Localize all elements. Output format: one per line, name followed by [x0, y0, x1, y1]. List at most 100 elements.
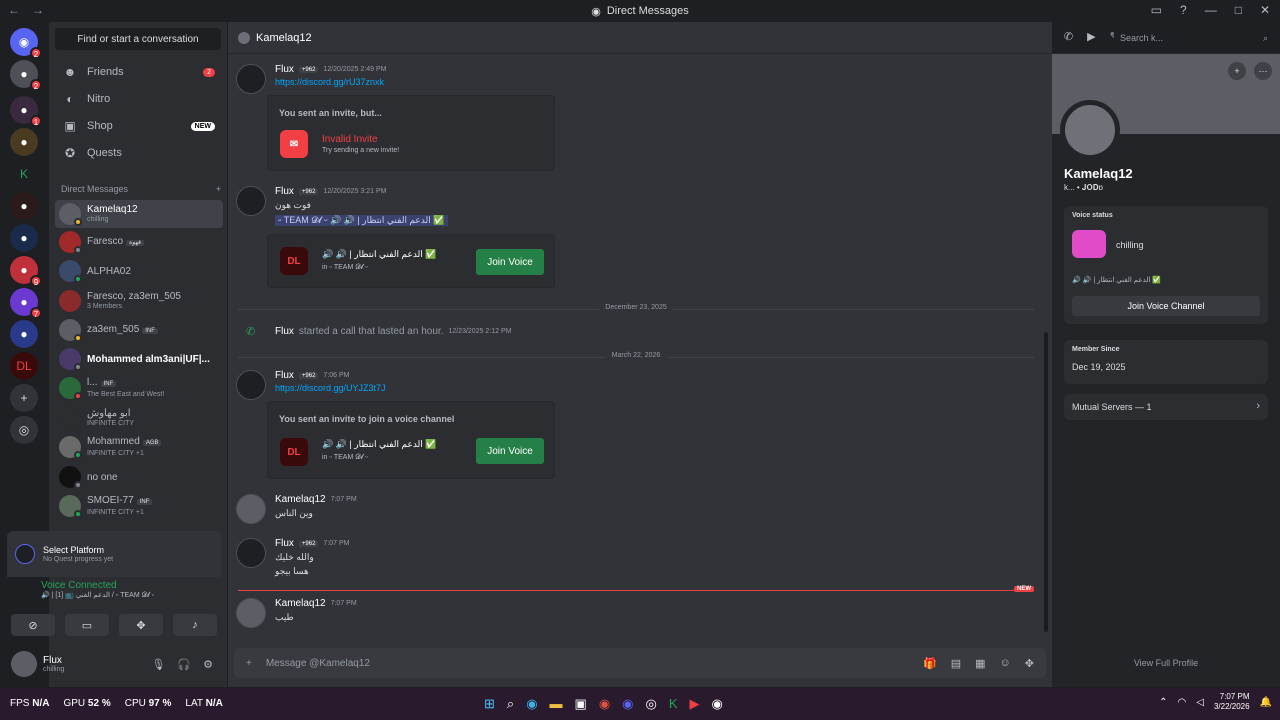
server-icon[interactable]: ● 9	[10, 256, 42, 287]
app-icon[interactable]: ◉	[712, 696, 723, 712]
join-voice-button[interactable]: Join Voice	[476, 249, 544, 275]
dm-item[interactable]: ALPHA02	[55, 257, 223, 285]
avatar[interactable]	[236, 370, 266, 400]
avatar[interactable]	[236, 598, 266, 628]
mutual-servers-row[interactable]: Mutual Servers — 1 ›	[1064, 394, 1268, 420]
dm-item[interactable]: Faresco, za3em_505 3 Members	[55, 287, 223, 315]
edge-icon[interactable]: ◉	[526, 696, 537, 712]
minimize-button[interactable]: —	[1205, 3, 1217, 17]
server-icon[interactable]: ●	[10, 224, 38, 252]
steam-icon[interactable]: ◎	[646, 696, 657, 712]
dm-item[interactable]: Mohammed AGB INFINITE CITY +1	[55, 433, 223, 461]
scrollbar[interactable]	[1044, 332, 1048, 632]
invalid-invite-icon: ✉	[280, 130, 308, 158]
quests-icon: ✪	[64, 146, 76, 160]
help-icon[interactable]: ?	[1180, 3, 1187, 17]
add-server-icon[interactable]: +	[10, 384, 38, 412]
server-icon[interactable]: ●	[10, 192, 38, 220]
mic-icon[interactable]: 🎙	[151, 658, 165, 671]
chat-header: Kamelaq12 ✆ ▶ ✎ ☻ ◉ Search k... ⌕	[228, 22, 1280, 54]
chevron-up-icon[interactable]: ⌃	[1159, 697, 1167, 708]
home-icon[interactable]: ◉ 2	[10, 28, 42, 59]
search-input[interactable]: Search k... ⌕	[1114, 28, 1274, 48]
soundboard-icon[interactable]: ♪	[173, 614, 217, 636]
avatar[interactable]	[236, 186, 266, 216]
dm-item[interactable]: Mohammed alm3ani|UF|...	[55, 345, 223, 373]
wifi-icon[interactable]: ◠	[1178, 697, 1187, 708]
dm-item[interactable]: Faresco قهوة	[55, 228, 223, 256]
nav-nitro[interactable]: ◐ Nitro	[55, 87, 223, 111]
dm-item[interactable]: SMOEI-77 INF INFINITE CITY +1	[55, 492, 223, 520]
dm-item[interactable]: ابو مهاوش INFINITE CITY	[55, 404, 223, 432]
avatar[interactable]	[236, 64, 266, 94]
server-icon[interactable]: ● 1	[10, 96, 42, 127]
nav-shop[interactable]: ▣ Shop NEW	[55, 114, 223, 138]
camera-off-icon[interactable]: ⊘	[11, 614, 55, 636]
join-voice-channel-button[interactable]: Join Voice Channel	[1072, 296, 1260, 316]
server-icon[interactable]: ● 2	[10, 60, 42, 91]
channel-mention[interactable]: ᵕ TEAM 𝓓𝓵 ᵕ 🔊 🔊 | الدعم الفني انتظار ✅	[275, 215, 448, 226]
avatar[interactable]	[11, 651, 37, 677]
voice-status[interactable]: Voice Connected	[41, 580, 221, 591]
discord-icon: ◉	[591, 5, 601, 18]
invite-card: You sent an invite, but... ✉ Invalid Inv…	[267, 95, 555, 171]
dm-item[interactable]: Kamelaq12 chilling	[55, 200, 223, 228]
volume-icon[interactable]: ◁	[1196, 697, 1204, 708]
store-icon[interactable]: ▣	[575, 696, 587, 712]
quest-icon	[15, 544, 35, 564]
find-conversation-button[interactable]: Find or start a conversation	[55, 28, 221, 50]
notification-icon[interactable]: 🔔	[1260, 697, 1272, 708]
forward-icon[interactable]: →	[32, 3, 44, 17]
video-icon[interactable]: ▶	[1087, 30, 1095, 43]
add-friend-icon[interactable]: +	[1228, 62, 1246, 80]
server-icon[interactable]: DL	[10, 352, 38, 380]
headphones-icon[interactable]: 🎧	[177, 658, 191, 671]
chrome-icon[interactable]: ◉	[599, 696, 610, 712]
add-dm-icon[interactable]: +	[216, 184, 221, 194]
sticker-icon[interactable]: ▦	[975, 657, 985, 670]
discord-icon[interactable]: ◉	[622, 696, 633, 712]
inbox-icon[interactable]: ▭	[1151, 3, 1162, 17]
dm-item[interactable]: za3em_505 INF	[55, 316, 223, 344]
server-icon[interactable]: ●	[10, 128, 38, 156]
nav-quests[interactable]: ✪ Quests	[55, 141, 223, 165]
attach-icon[interactable]: +	[246, 658, 252, 669]
dm-item[interactable]: l... INF The Best East and West!	[55, 374, 223, 402]
avatar[interactable]	[236, 538, 266, 568]
avatar	[59, 231, 82, 254]
settings-icon[interactable]: ⚙	[203, 658, 213, 671]
start-icon[interactable]: ⊞	[484, 696, 495, 712]
dm-item[interactable]: no one	[55, 463, 223, 491]
call-icon[interactable]: ✆	[1064, 30, 1073, 43]
search-icon[interactable]: ⌕	[507, 696, 514, 712]
server-icon[interactable]: ●	[10, 320, 38, 348]
join-voice-button[interactable]: Join Voice	[476, 438, 544, 464]
youtube-icon[interactable]: ▶	[690, 696, 700, 712]
server-icon[interactable]: ● 7	[10, 288, 42, 319]
activities-icon[interactable]: ✥	[119, 614, 163, 636]
server-icon[interactable]: K	[10, 160, 38, 188]
message-input[interactable]: + Message @Kamelaq12 🎁 ▤ ▦ ☺ ✥	[234, 648, 1046, 678]
clock[interactable]: 7:07 PM 3/22/2026	[1214, 692, 1250, 712]
more-icon[interactable]: ⋯	[1254, 62, 1272, 80]
explorer-icon[interactable]: ▬	[550, 696, 563, 712]
avatar[interactable]	[236, 494, 266, 524]
invite-link[interactable]: https://discord.gg/UYJZ3t7J	[275, 383, 1015, 393]
invite-link[interactable]: https://discord.gg/rU37znxk	[275, 77, 1015, 87]
apps-icon[interactable]: ✥	[1025, 657, 1034, 670]
back-icon[interactable]: ←	[8, 3, 20, 17]
quest-panel[interactable]: Select Platform No Quest progress yet	[7, 531, 221, 577]
avatar	[238, 31, 250, 44]
maximize-button[interactable]: □	[1235, 3, 1242, 17]
screen-share-icon[interactable]: ▭	[65, 614, 109, 636]
nav-friends[interactable]: ☻ Friends 2	[55, 60, 223, 84]
discover-icon[interactable]: ◎	[10, 416, 38, 444]
emoji-icon[interactable]: ☺	[1000, 657, 1011, 670]
view-full-profile[interactable]: View Full Profile	[1052, 658, 1280, 668]
close-button[interactable]: ✕	[1260, 3, 1270, 17]
kick-icon[interactable]: K	[669, 696, 678, 712]
avatar[interactable]	[1060, 100, 1120, 160]
voice-channel[interactable]: 🔊 | [1] 📺 الدعم الفني / ᵕ TEAM 𝓓𝓵 ᵕ	[41, 591, 221, 600]
gif-icon[interactable]: ▤	[951, 657, 961, 670]
gift-icon[interactable]: 🎁	[923, 657, 937, 670]
